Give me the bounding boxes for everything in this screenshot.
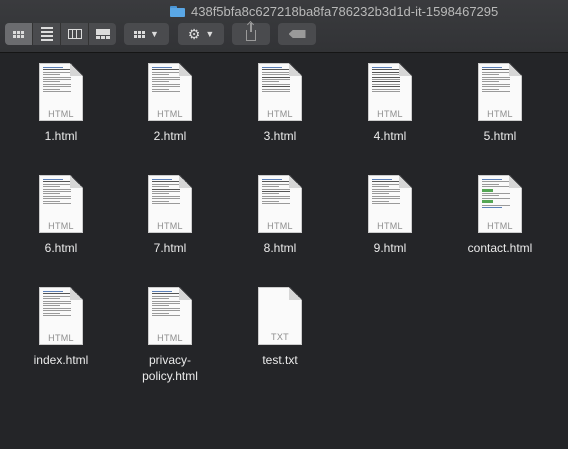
window-title-text: 438f5bfa8c627218ba8fa786232b3d1d-it-1598… [191, 3, 499, 19]
file-name: 1.html [44, 129, 78, 143]
html-file-icon: HTML [148, 287, 192, 345]
html-file-icon: HTML [258, 175, 302, 233]
txt-file-icon: TXT [258, 287, 302, 345]
file-name: 6.html [44, 241, 78, 255]
window-title: 438f5bfa8c627218ba8fa786232b3d1d-it-1598… [170, 3, 498, 19]
file-item[interactable]: HTML 1.html [6, 63, 116, 144]
file-item[interactable]: TXT test.txt [225, 287, 335, 368]
tag-button[interactable] [278, 23, 316, 45]
chevron-down-icon: ▼ [205, 29, 215, 39]
file-item[interactable]: HTML 4.html [335, 63, 445, 144]
file-type-label: HTML [48, 109, 74, 119]
file-type-label: HTML [377, 221, 403, 231]
file-name: index.html [33, 353, 89, 367]
html-file-icon: HTML [368, 175, 412, 233]
file-name: 8.html [263, 241, 297, 255]
file-item[interactable]: HTML 5.html [445, 63, 555, 144]
file-type-label: HTML [157, 333, 183, 343]
html-file-icon: HTML [368, 63, 412, 121]
view-mode-segmented-control [5, 23, 116, 45]
file-type-label: HTML [487, 221, 513, 231]
html-file-icon: HTML [478, 63, 522, 121]
icon-view-icon [13, 30, 24, 38]
gallery-view-icon [95, 28, 110, 40]
file-type-label: HTML [48, 221, 74, 231]
file-item[interactable]: HTML privacy- policy.html [115, 287, 225, 384]
finder-window: 438f5bfa8c627218ba8fa786232b3d1d-it-1598… [0, 0, 568, 449]
file-item[interactable]: HTML 9.html [335, 175, 445, 256]
gallery-view-button[interactable] [89, 23, 116, 45]
list-view-button[interactable] [33, 23, 61, 45]
title-bar: 438f5bfa8c627218ba8fa786232b3d1d-it-1598… [0, 0, 568, 53]
column-view-icon [67, 29, 82, 39]
icon-view-button[interactable] [5, 23, 33, 45]
file-type-label: HTML [267, 221, 293, 231]
html-file-icon: HTML [39, 63, 83, 121]
file-name: 3.html [263, 129, 297, 143]
file-name: 4.html [373, 129, 407, 143]
folder-icon [170, 5, 185, 17]
html-file-icon: HTML [148, 175, 192, 233]
html-file-icon: HTML [258, 63, 302, 121]
file-type-label: HTML [377, 109, 403, 119]
file-name: 2.html [153, 129, 187, 143]
file-name: privacy- policy.html [142, 353, 198, 383]
file-item[interactable]: HTML 3.html [225, 63, 335, 144]
share-button[interactable] [232, 23, 270, 45]
html-file-icon: HTML [148, 63, 192, 121]
action-menu-button[interactable]: ⚙ ▼ [178, 23, 224, 45]
tag-icon [288, 30, 306, 38]
group-by-button[interactable]: ▼ [124, 23, 169, 45]
share-icon [246, 23, 256, 41]
file-type-label: HTML [487, 109, 513, 119]
file-name: 5.html [483, 129, 517, 143]
file-name: contact.html [467, 241, 533, 255]
html-file-icon: HTML [39, 287, 83, 345]
group-grid-icon [134, 30, 146, 38]
file-item[interactable]: HTML 7.html [115, 175, 225, 256]
file-type-label: HTML [267, 109, 293, 119]
html-file-icon: HTML [478, 175, 522, 233]
file-item[interactable]: HTML index.html [6, 287, 116, 368]
file-item[interactable]: HTML 6.html [6, 175, 116, 256]
html-file-icon: HTML [39, 175, 83, 233]
list-view-icon [40, 27, 53, 41]
file-type-label: TXT [271, 332, 289, 342]
file-item[interactable]: HTML 2.html [115, 63, 225, 144]
file-item[interactable]: HTML contact.html [445, 175, 555, 256]
file-name: 9.html [373, 241, 407, 255]
toolbar: ▼ ⚙ ▼ [0, 23, 568, 45]
file-type-label: HTML [157, 221, 183, 231]
file-name: test.txt [262, 353, 298, 367]
gear-icon: ⚙ [187, 26, 201, 42]
column-view-button[interactable] [61, 23, 89, 45]
file-type-label: HTML [157, 109, 183, 119]
chevron-down-icon: ▼ [150, 29, 159, 39]
file-item[interactable]: HTML 8.html [225, 175, 335, 256]
file-type-label: HTML [48, 333, 74, 343]
file-name: 7.html [153, 241, 187, 255]
